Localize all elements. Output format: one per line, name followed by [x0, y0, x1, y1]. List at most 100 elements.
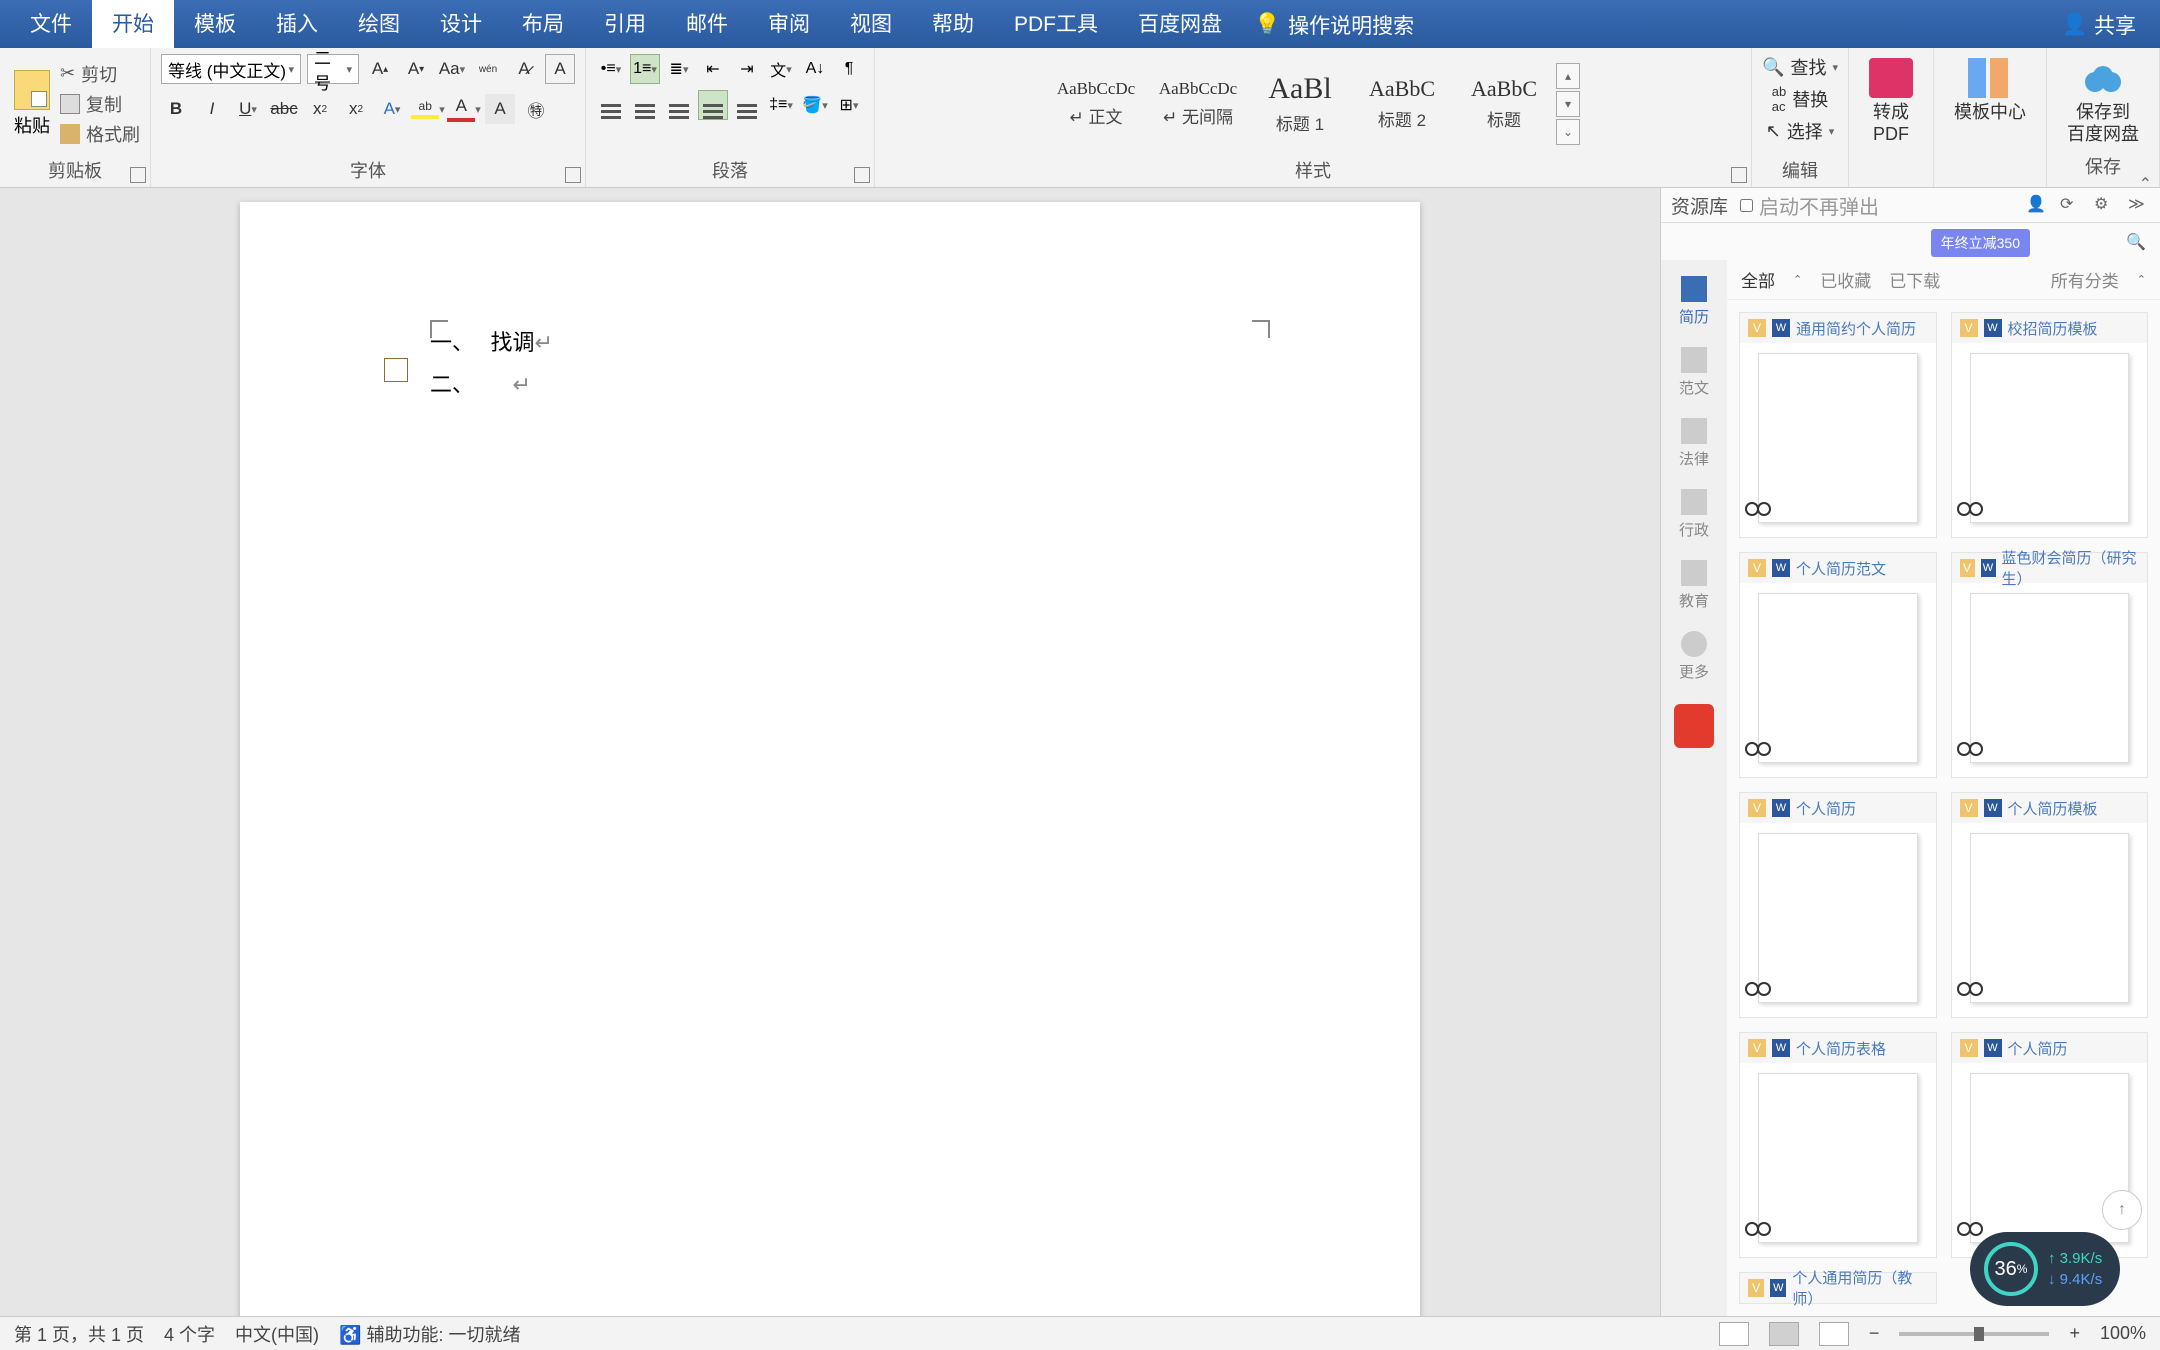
bullets-button[interactable]: •≡▾: [596, 54, 626, 84]
expand-icon[interactable]: ≫: [2128, 194, 2150, 216]
template-card[interactable]: VW蓝色财会简历（研究生）: [1951, 552, 2149, 778]
style-title[interactable]: AaBbC 标题: [1454, 62, 1554, 146]
gallery-up-button[interactable]: ▴: [1556, 63, 1580, 89]
superscript-button[interactable]: x2: [341, 94, 371, 124]
style-normal[interactable]: AaBbCcDc ↵ 正文: [1046, 62, 1146, 146]
font-size-combo[interactable]: 二号 ▾: [307, 54, 359, 84]
status-language[interactable]: 中文(中国): [235, 1321, 319, 1347]
template-card[interactable]: VW个人简历模板: [1951, 792, 2149, 1018]
copy-button[interactable]: 复制: [60, 91, 140, 117]
template-center-button[interactable]: 模板中心: [1944, 54, 2036, 128]
web-layout-button[interactable]: [1819, 1322, 1849, 1346]
no-popup-checkbox[interactable]: 启动不再弹出: [1740, 191, 1879, 220]
network-speed-widget[interactable]: 36% ↑ 3.9K/s ↓ 9.4K/s: [1970, 1232, 2120, 1306]
subscript-button[interactable]: x2: [305, 94, 335, 124]
italic-button[interactable]: I: [197, 94, 227, 124]
template-card[interactable]: VW通用简约个人简历: [1739, 312, 1937, 538]
phonetic-guide-button[interactable]: wén: [473, 54, 503, 84]
comment-marker-icon[interactable]: [384, 358, 408, 382]
tab-review[interactable]: 审阅: [748, 0, 830, 48]
tab-references[interactable]: 引用: [584, 0, 666, 48]
zoom-out-button[interactable]: −: [1869, 1323, 1880, 1344]
shrink-font-button[interactable]: A▾: [401, 54, 431, 84]
enclose-char-button[interactable]: ㊕: [521, 94, 551, 124]
template-card[interactable]: VW个人通用简历（教师）: [1739, 1272, 1937, 1304]
style-no-spacing[interactable]: AaBbCcDc ↵ 无间隔: [1148, 62, 1248, 146]
bold-button[interactable]: B: [161, 94, 191, 124]
nav-more[interactable]: 更多: [1666, 623, 1722, 690]
document-line[interactable]: 二、 ↵: [430, 364, 1290, 406]
underline-button[interactable]: U▾: [233, 94, 263, 124]
char-shading-button[interactable]: A: [485, 94, 515, 124]
multilevel-button[interactable]: ≣▾: [664, 54, 694, 84]
tab-draw[interactable]: 绘图: [338, 0, 420, 48]
tab-pdftool[interactable]: PDF工具: [994, 0, 1118, 48]
nav-admin[interactable]: 行政: [1666, 481, 1722, 548]
font-color-button[interactable]: A▾: [449, 94, 479, 124]
tab-template[interactable]: 模板: [174, 0, 256, 48]
promo-badge[interactable]: 年终立减350: [1931, 229, 2030, 257]
gallery-down-button[interactable]: ▾: [1556, 91, 1580, 117]
filter-downloaded[interactable]: 已下载: [1889, 267, 1940, 292]
template-grid[interactable]: VW通用简约个人简历 VW校招简历模板 VW个人简历范文 VW蓝色财会简历（研究…: [1727, 300, 2160, 1316]
shading-button[interactable]: 🪣▾: [800, 90, 830, 120]
tab-mail[interactable]: 邮件: [666, 0, 748, 48]
save-baidu-button[interactable]: 保存到百度网盘: [2057, 54, 2149, 149]
show-marks-button[interactable]: ¶: [834, 54, 864, 84]
status-page[interactable]: 第 1 页，共 1 页: [14, 1321, 144, 1347]
read-mode-button[interactable]: [1719, 1322, 1749, 1346]
clear-format-button[interactable]: A̷: [509, 54, 539, 84]
select-button[interactable]: ↖ 选择 ▾: [1766, 118, 1835, 144]
tab-start[interactable]: 开始: [92, 0, 174, 48]
align-left-button[interactable]: [596, 90, 626, 120]
status-words[interactable]: 4 个字: [164, 1321, 215, 1347]
distribute-button[interactable]: [732, 90, 762, 120]
template-card[interactable]: VW个人简历: [1739, 792, 1937, 1018]
format-painter-button[interactable]: 格式刷: [60, 121, 140, 147]
sort-button[interactable]: A↓: [800, 54, 830, 84]
document-scroll-area[interactable]: 一、 找调↵ 二、 ↵: [0, 188, 1660, 1316]
find-button[interactable]: 🔍 查找 ▾: [1762, 54, 1838, 80]
filter-category[interactable]: 所有分类: [2051, 267, 2119, 292]
red-packet-icon[interactable]: [1674, 704, 1714, 748]
style-heading2[interactable]: AaBbC 标题 2: [1352, 62, 1452, 146]
line-spacing-button[interactable]: ‡≡▾: [766, 90, 796, 120]
nav-legal[interactable]: 法律: [1666, 410, 1722, 477]
align-right-button[interactable]: [664, 90, 694, 120]
style-heading1[interactable]: AaBl 标题 1: [1250, 62, 1350, 146]
template-card[interactable]: VW校招简历模板: [1951, 312, 2149, 538]
nav-essay[interactable]: 范文: [1666, 339, 1722, 406]
tab-layout[interactable]: 布局: [502, 0, 584, 48]
tab-file[interactable]: 文件: [10, 0, 92, 48]
asian-layout-button[interactable]: 文▾: [766, 54, 796, 84]
numbering-button[interactable]: 1≡▾: [630, 54, 660, 84]
tell-me-search[interactable]: 💡 操作说明搜索: [1242, 2, 1426, 48]
template-card[interactable]: VW个人简历表格: [1739, 1032, 1937, 1258]
tab-help[interactable]: 帮助: [912, 0, 994, 48]
refresh-icon[interactable]: ⟳: [2060, 194, 2082, 216]
tab-insert[interactable]: 插入: [256, 0, 338, 48]
borders-button[interactable]: ⊞▾: [834, 90, 864, 120]
strikethrough-button[interactable]: abc: [269, 94, 299, 124]
collapse-ribbon-button[interactable]: ⌃: [2139, 174, 2152, 194]
user-icon[interactable]: 👤: [2026, 194, 2048, 216]
paragraph-dialog-launcher[interactable]: [854, 167, 870, 183]
share-button[interactable]: 👤 共享: [2048, 2, 2150, 48]
decrease-indent-button[interactable]: ⇤: [698, 54, 728, 84]
convert-pdf-button[interactable]: 转成PDF: [1859, 54, 1923, 149]
zoom-in-button[interactable]: +: [2069, 1323, 2080, 1344]
text-effects-button[interactable]: A▾: [377, 94, 407, 124]
tab-baidudisk[interactable]: 百度网盘: [1118, 0, 1242, 48]
slider-thumb[interactable]: [1974, 1327, 1984, 1341]
nav-resume[interactable]: 简历: [1666, 268, 1722, 335]
zoom-slider[interactable]: [1899, 1332, 2049, 1336]
grow-font-button[interactable]: A▴: [365, 54, 395, 84]
scroll-top-button[interactable]: ↑: [2102, 1190, 2142, 1230]
increase-indent-button[interactable]: ⇥: [732, 54, 762, 84]
font-name-combo[interactable]: 等线 (中文正文) ▾: [161, 54, 301, 84]
tab-design[interactable]: 设计: [420, 0, 502, 48]
zoom-level[interactable]: 100%: [2100, 1323, 2146, 1344]
template-card[interactable]: VW个人简历范文: [1739, 552, 1937, 778]
status-accessibility[interactable]: ♿ 辅助功能: 一切就绪: [339, 1321, 520, 1347]
gallery-more-button[interactable]: ⌄: [1556, 119, 1580, 145]
